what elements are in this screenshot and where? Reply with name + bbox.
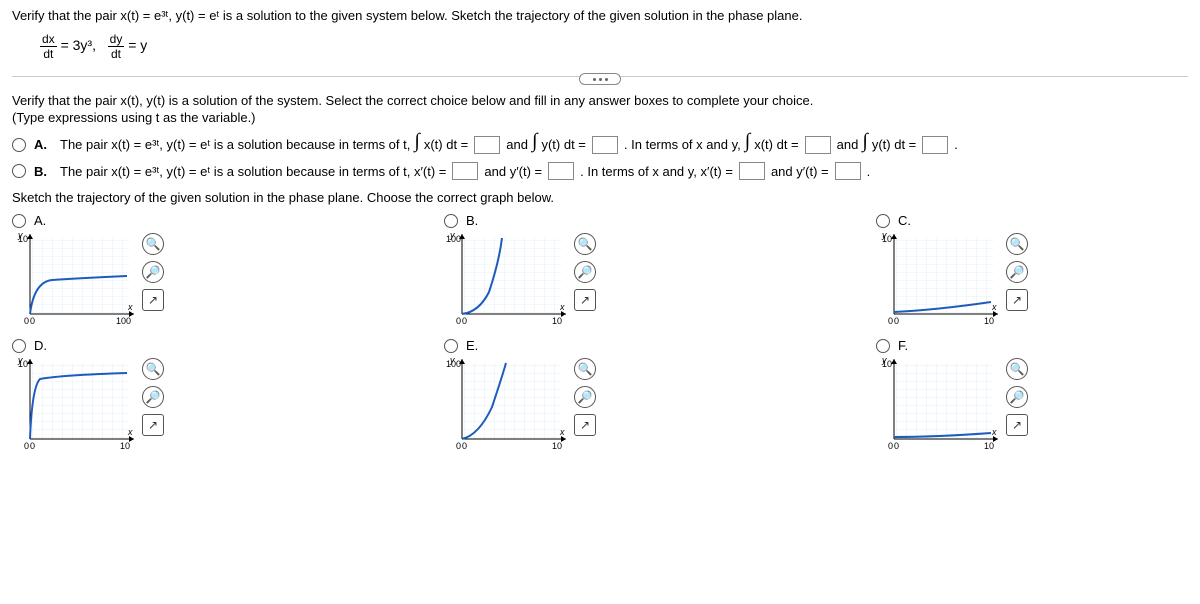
blank-b4[interactable] [835,162,861,180]
zoom-out-icon[interactable]: 🔎 [1006,386,1028,408]
svg-text:10: 10 [120,441,130,451]
expand-button[interactable] [579,73,621,85]
svg-text:10: 10 [552,441,562,451]
svg-text:0: 0 [462,316,467,326]
graph-d-plot: 10 y 0 0 10 x [12,357,136,451]
choice-b-row: B. The pair x(t) = e³ᵗ, y(t) = eᵗ is a s… [12,162,1188,180]
popout-icon[interactable]: ↗ [574,414,596,436]
svg-text:y: y [17,232,23,240]
svg-text:10: 10 [984,441,994,451]
zoom-out-icon[interactable]: 🔎 [574,386,596,408]
svg-text:y: y [881,357,887,365]
type-note: (Type expressions using t as the variabl… [12,110,1188,125]
svg-text:0: 0 [456,316,461,326]
svg-text:y: y [449,357,455,365]
blank-a3[interactable] [805,136,831,154]
popout-icon[interactable]: ↗ [142,414,164,436]
zoom-in-icon[interactable]: 🔍 [574,358,596,380]
svg-text:y: y [881,232,887,240]
zoom-in-icon[interactable]: 🔍 [574,233,596,255]
popout-icon[interactable]: ↗ [142,289,164,311]
choice-b-label: B. [34,164,52,179]
choice-b-radio[interactable] [12,164,26,178]
blank-b1[interactable] [452,162,478,180]
equation-system: dxdt = 3y³, dydt = y [40,33,1188,60]
graph-b-radio[interactable] [444,214,458,228]
blank-a1[interactable] [474,136,500,154]
question-prompt: Verify that the pair x(t) = e³ᵗ, y(t) = … [12,8,1188,23]
svg-text:0: 0 [456,441,461,451]
blank-b3[interactable] [739,162,765,180]
blank-b2[interactable] [548,162,574,180]
choice-a-radio[interactable] [12,138,26,152]
svg-text:0: 0 [894,316,899,326]
graph-a-plot: 10 y 0 0 100 x [12,232,136,326]
graph-row-2: D. 10 y 0 0 10 x 🔍 🔎 ↗ E [12,338,1188,451]
popout-icon[interactable]: ↗ [574,289,596,311]
svg-text:10: 10 [552,316,562,326]
svg-text:x: x [127,427,133,437]
popout-icon[interactable]: ↗ [1006,289,1028,311]
graph-a-label: A. [34,213,46,228]
verify-instruction: Verify that the pair x(t), y(t) is a sol… [12,93,1188,108]
zoom-in-icon[interactable]: 🔍 [142,358,164,380]
svg-text:0: 0 [888,316,893,326]
graph-b-plot: 100 y 0 0 10 x [444,232,568,326]
choice-a-label: A. [34,137,52,152]
svg-text:y: y [17,357,23,365]
svg-text:0: 0 [30,316,35,326]
graph-c-plot: 10 y 0 0 10 x [876,232,1000,326]
svg-text:0: 0 [894,441,899,451]
svg-text:y: y [449,232,455,240]
zoom-out-icon[interactable]: 🔎 [142,261,164,283]
svg-text:x: x [559,302,565,312]
graph-f-plot: 10 y 0 0 10 x [876,357,1000,451]
svg-text:100: 100 [116,316,131,326]
graph-e-radio[interactable] [444,339,458,353]
choice-a-text: The pair x(t) = e³ᵗ, y(t) = eᵗ is a solu… [60,133,958,156]
graph-f-radio[interactable] [876,339,890,353]
svg-text:0: 0 [24,441,29,451]
svg-text:x: x [559,427,565,437]
zoom-in-icon[interactable]: 🔍 [1006,233,1028,255]
choice-b-text: The pair x(t) = e³ᵗ, y(t) = eᵗ is a solu… [60,162,870,180]
svg-text:0: 0 [888,441,893,451]
choice-a-row: A. The pair x(t) = e³ᵗ, y(t) = eᵗ is a s… [12,133,1188,156]
svg-text:0: 0 [462,441,467,451]
graph-d-label: D. [34,338,47,353]
graph-c-label: C. [898,213,911,228]
svg-text:0: 0 [24,316,29,326]
zoom-in-icon[interactable]: 🔍 [142,233,164,255]
popout-icon[interactable]: ↗ [1006,414,1028,436]
graph-b-label: B. [466,213,478,228]
zoom-out-icon[interactable]: 🔎 [574,261,596,283]
zoom-in-icon[interactable]: 🔍 [1006,358,1028,380]
svg-text:x: x [991,302,997,312]
graph-d-radio[interactable] [12,339,26,353]
graph-f-label: F. [898,338,908,353]
sketch-instruction: Sketch the trajectory of the given solut… [12,190,1188,205]
svg-text:x: x [991,427,997,437]
graph-e-plot: 100 y 0 0 10 x [444,357,568,451]
graph-a-radio[interactable] [12,214,26,228]
svg-text:10: 10 [984,316,994,326]
blank-a4[interactable] [922,136,948,154]
svg-text:x: x [127,302,133,312]
svg-text:0: 0 [30,441,35,451]
graph-e-label: E. [466,338,478,353]
zoom-out-icon[interactable]: 🔎 [1006,261,1028,283]
graph-c-radio[interactable] [876,214,890,228]
blank-a2[interactable] [592,136,618,154]
graph-row-1: A. 10 y 0 0 100 x 🔍 🔎 ↗ [12,213,1188,326]
zoom-out-icon[interactable]: 🔎 [142,386,164,408]
